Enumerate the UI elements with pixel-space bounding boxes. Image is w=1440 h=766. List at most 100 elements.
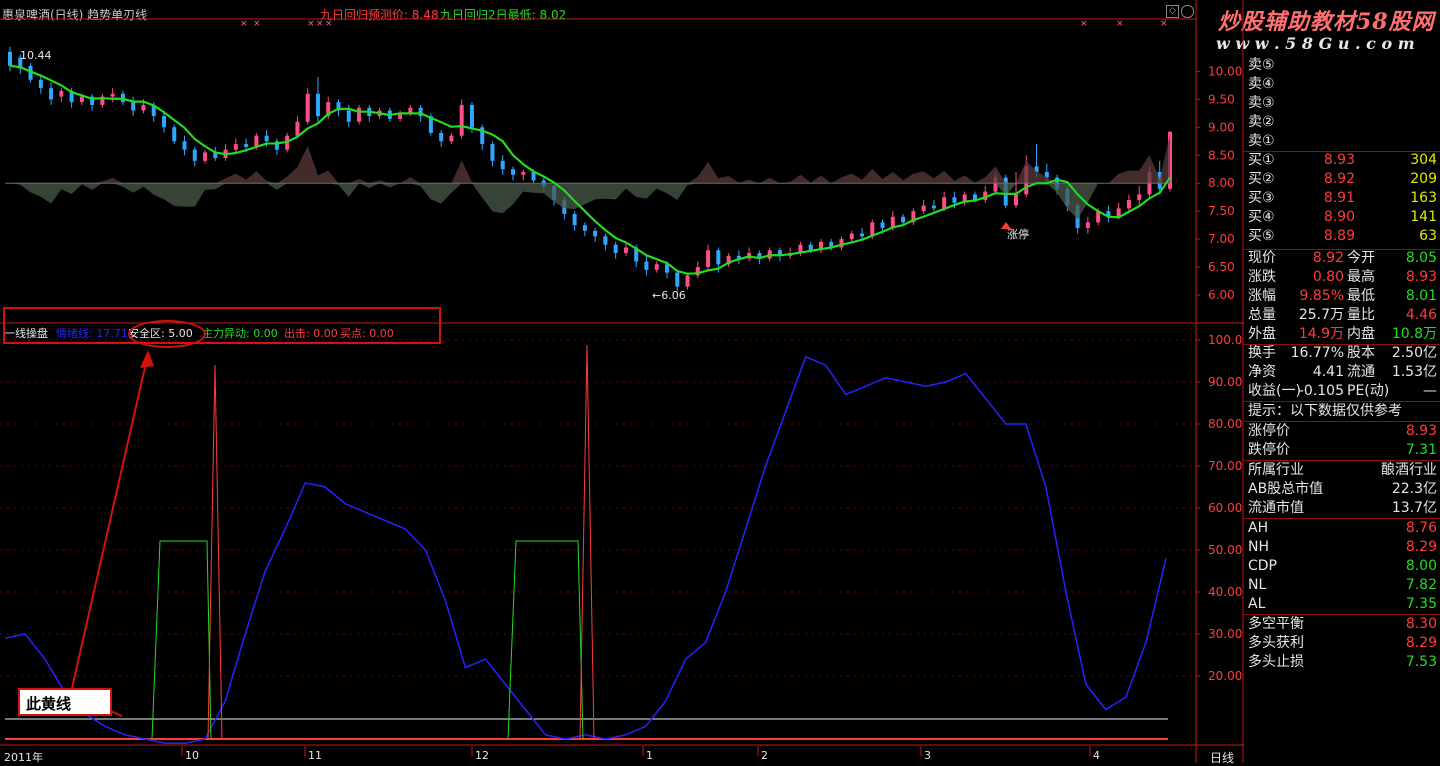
watermark-url: w w w . 5 8 G u . c o m	[1216, 34, 1415, 53]
panel-cell: 所属行业	[1248, 462, 1304, 478]
sub-tick-label: 20.00	[1208, 669, 1242, 683]
candle-body	[500, 160, 505, 170]
panel-cell: 买②	[1248, 171, 1275, 187]
sub-tick-label: 40.00	[1208, 585, 1242, 599]
x-axis-label: 2	[761, 749, 768, 762]
panel-cell: 7.53	[1405, 654, 1437, 670]
fundamental-row: 收益(一) -0.105 PE(动) —	[1244, 382, 1440, 401]
price-tick-label: 10.00	[1208, 64, 1242, 78]
panel-cell: 8.93	[1405, 423, 1437, 439]
panel-cell: 总量	[1248, 307, 1276, 323]
signal-marker-icon: ×	[325, 19, 333, 29]
buy-order-row: 买④ 8.90 141	[1244, 208, 1440, 227]
panel-cell: 涨停价	[1248, 423, 1290, 439]
chart-canvas[interactable]: 10.00 9.50 9.00 8.50 8.00 7.50 7.00 6.50 6.00 10.…	[0, 0, 1244, 763]
panel-cell: AB股总市值	[1248, 481, 1324, 497]
candle-body	[131, 102, 136, 111]
panel-cell: —	[1423, 383, 1437, 399]
panel-cell: 1.53亿	[1391, 364, 1437, 380]
pivot-row: NL 7.82	[1244, 576, 1440, 595]
panel-cell: 8.29	[1405, 539, 1437, 555]
panel-cell: 收益(一)	[1248, 383, 1301, 399]
candle-body	[511, 169, 516, 175]
candle-body	[921, 205, 926, 212]
panel-cell: 买①	[1248, 152, 1275, 168]
limit-price-row: 跌停价 7.31	[1244, 441, 1440, 460]
price-tick-label: 8.50	[1208, 148, 1235, 162]
high-price-label: 10.44	[20, 49, 52, 62]
buy-order-row: 买① 8.93 304	[1244, 151, 1440, 170]
panel-cell: 最高	[1347, 269, 1375, 285]
candle-body	[264, 135, 269, 142]
candle-body	[582, 225, 587, 231]
panel-cell: 8.29	[1405, 635, 1437, 651]
panel-cell: 多头获利	[1248, 635, 1304, 651]
candle-body	[654, 264, 659, 270]
panel-cell: 股本	[1347, 345, 1375, 361]
signal-marker-icon: ×	[240, 19, 248, 29]
quote-row: 总量 25.7万 量比 4.46	[1244, 306, 1440, 325]
period-label[interactable]: 日线	[1210, 749, 1234, 766]
panel-cell: 63	[1419, 228, 1437, 244]
candle-body	[1137, 194, 1142, 200]
panel-cell: 卖①	[1248, 133, 1275, 149]
candle-body	[675, 272, 680, 287]
market-cap-row: 流通市值 13.7亿	[1244, 499, 1440, 518]
candle-body	[79, 96, 84, 103]
panel-cell: PE(动)	[1347, 383, 1390, 399]
panel-cell: 卖②	[1248, 114, 1275, 130]
candle-body	[1126, 199, 1131, 209]
panel-cell: 外盘	[1248, 326, 1276, 342]
quote-row: 现价 8.92 今开 8.05	[1244, 249, 1440, 268]
candle-body	[459, 104, 464, 136]
panel-cell: 2.50亿	[1391, 345, 1437, 361]
panel-cell: 9.85%	[1299, 288, 1344, 304]
candle-body	[161, 116, 166, 128]
x-axis-label: 11	[308, 749, 322, 762]
panel-cell: 8.01	[1405, 288, 1437, 304]
panel-cell: CDP	[1248, 558, 1277, 574]
candle-body	[305, 93, 310, 122]
watermark-title: 炒股辅助教材58股网	[1218, 9, 1435, 35]
panel-cell: 14.9万	[1298, 326, 1344, 342]
price-tick-label: 9.00	[1208, 120, 1235, 134]
signal-marker-icon: ×	[1116, 19, 1124, 29]
candle-body	[315, 93, 320, 117]
candle-body	[942, 197, 947, 209]
candle-body	[521, 172, 526, 175]
main-force-signal-1	[151, 540, 212, 740]
panel-cell: 13.7亿	[1391, 500, 1437, 516]
price-tick-label: 7.50	[1208, 204, 1235, 218]
panel-cell: 16.77%	[1290, 345, 1344, 361]
balance-row: 多头止损 7.53	[1244, 653, 1440, 672]
panel-cell: 209	[1410, 171, 1437, 187]
panel-cell: 304	[1410, 152, 1437, 168]
panel-cell: 22.3亿	[1391, 481, 1437, 497]
limit-price-row: 涨停价 8.93	[1244, 422, 1440, 441]
annotation-text: 此黄线	[26, 695, 72, 713]
candle-body	[572, 213, 577, 226]
candle-body	[182, 141, 187, 150]
panel-cell: 8.89	[1323, 228, 1355, 244]
panel-cell: 8.91	[1323, 190, 1355, 206]
panel-cell: 卖④	[1248, 76, 1275, 92]
panel-cell: 8.92	[1323, 171, 1355, 187]
panel-cell: 163	[1410, 190, 1437, 206]
signal-marker-icon: ×	[307, 19, 315, 29]
candle-body	[469, 104, 474, 128]
balance-row: 多头获利 8.29	[1244, 634, 1440, 653]
panel-cell: 净资	[1248, 364, 1276, 380]
buy-order-row: 买② 8.92 209	[1244, 170, 1440, 189]
candle-body	[141, 104, 146, 111]
signal-marker-icon: ×	[316, 19, 324, 29]
quote-row: 涨幅 9.85% 最低 8.01	[1244, 287, 1440, 306]
candle-body	[192, 149, 197, 161]
legend-highlight-box	[3, 307, 441, 344]
candle-body	[38, 79, 43, 89]
candle-body	[593, 230, 598, 237]
signal-marker-icon: ×	[1080, 19, 1088, 29]
candle-body	[244, 144, 249, 147]
panel-cell: 买③	[1248, 190, 1275, 206]
pivot-row: NH 8.29	[1244, 538, 1440, 557]
panel-cell: 提示：以下数据仅供参考	[1248, 403, 1402, 419]
